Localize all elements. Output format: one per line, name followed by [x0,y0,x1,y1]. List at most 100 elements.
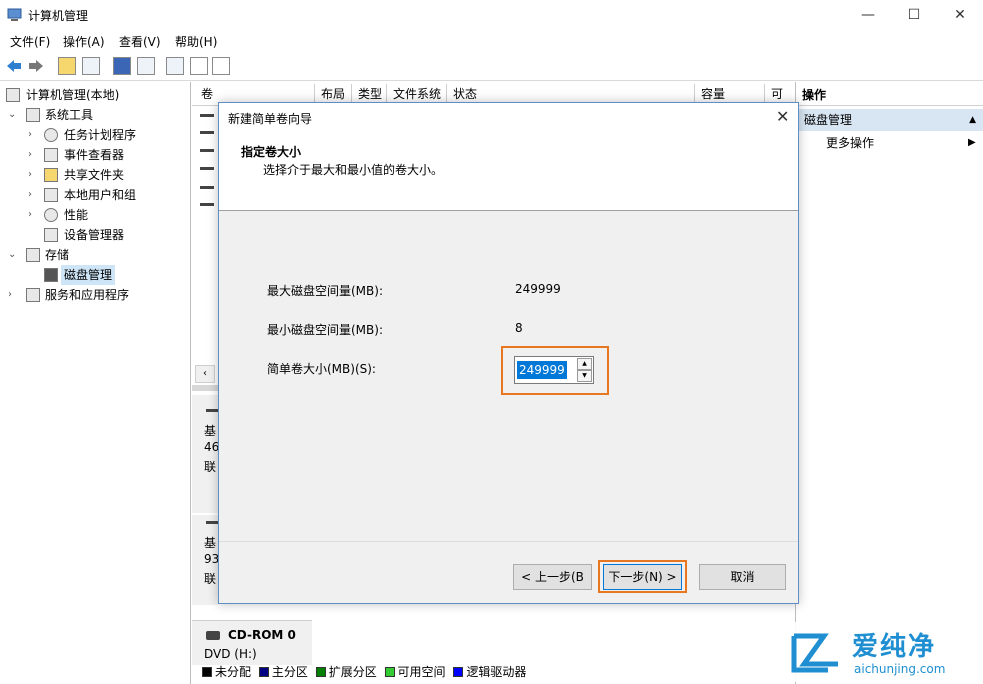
legend-label: 主分区 [271,665,308,679]
legend-label: 扩展分区 [328,665,377,679]
column-header-volume[interactable]: 卷 [195,84,315,104]
disk-1-status: 联 [204,572,217,586]
menu-file[interactable]: 文件(F) [10,33,50,50]
watermark: 爱纯净 aichunjing.com [780,622,980,682]
menu-view[interactable]: 查看(V) [119,33,161,50]
volume-row-icon [200,186,214,189]
actions-section-disk-management[interactable]: 磁盘管理 ▲ [796,109,983,131]
chevron-right-icon[interactable]: › [8,285,12,305]
max-space-label: 最大磁盘空间量(MB): [267,284,383,298]
submenu-arrow-icon[interactable]: ▶ [968,137,976,148]
volume-row-icon [200,203,214,206]
dialog-title: 新建简单卷向导 [228,112,313,126]
chevron-right-icon[interactable]: › [28,145,32,165]
close-icon[interactable]: ✕ [776,107,789,126]
dialog-separator [219,541,798,542]
tree-item-device-manager[interactable]: 设备管理器 [0,225,190,245]
help-icon[interactable] [113,57,131,75]
tree-item-disk-management[interactable]: 磁盘管理 [0,265,190,285]
back-button[interactable]: < 上一步(B [513,564,592,590]
actions-section-label: 磁盘管理 [804,113,853,127]
tree-item-label: 服务和应用程序 [45,288,130,302]
max-space-value: 249999 [515,282,561,296]
back-arrow-icon[interactable] [5,57,23,78]
next-button[interactable]: 下一步(N) > [603,564,682,590]
column-header-free[interactable]: 可 [765,84,793,104]
new-simple-volume-wizard: 新建简单卷向导 ✕ 指定卷大小 选择介于最大和最小值的卷大小。 最大磁盘空间量(… [218,102,799,604]
computer-management-icon [6,88,20,102]
window-title: 计算机管理 [28,9,89,23]
volume-size-stepper[interactable]: 249999 ▲ ▼ [514,356,594,384]
show-hide-action-pane-icon[interactable] [137,57,155,75]
disk-1-label[interactable]: 基 93 联 [192,515,219,605]
cancel-button[interactable]: 取消 [699,564,786,590]
properties-icon[interactable] [212,57,230,75]
close-button[interactable]: ✕ [937,0,983,30]
connect-drive-icon[interactable] [166,57,184,75]
tree-item-computer-management[interactable]: 计算机管理(本地) [0,85,190,105]
volume-row-icon [200,167,214,170]
minimize-button[interactable]: — [845,0,891,30]
menu-help[interactable]: 帮助(H) [175,33,217,50]
actions-header: 操作 [796,84,983,106]
chevron-down-icon[interactable]: ⌄ [8,105,16,125]
legend-swatch [202,667,212,677]
watermark-brand: 爱纯净 [852,632,937,662]
watermark-url: aichunjing.com [854,662,946,676]
column-header-type[interactable]: 类型 [352,84,387,104]
tree-item-event-viewer[interactable]: › 事件查看器 [0,145,190,165]
legend-swatch [384,667,395,677]
disk-0-status: 联 [204,460,217,474]
collapse-up-icon[interactable]: ▲ [969,109,976,131]
disk-0-label[interactable]: 基 46 联 [192,395,220,513]
cdrom-disk-label[interactable]: CD-ROM 0 DVD (H:) [192,620,312,665]
maximize-button[interactable]: ☐ [891,0,937,30]
up-folder-icon[interactable] [58,57,76,75]
show-hide-tree-icon[interactable] [82,57,100,75]
tree-item-local-users[interactable]: › 本地用户和组 [0,185,190,205]
scroll-left-button[interactable]: ‹ [195,365,215,383]
checklist-icon[interactable] [190,57,208,75]
spin-up-icon[interactable]: ▲ [577,358,592,370]
dialog-title-bar: 新建简单卷向导 ✕ [219,103,798,133]
more-actions-item[interactable]: 更多操作 [826,134,874,151]
storage-icon [26,248,40,262]
column-header-filesystem[interactable]: 文件系统 [387,84,447,104]
tree-item-label: 事件查看器 [64,148,125,162]
cdrom-drive: DVD (H:) [204,647,257,661]
more-actions-label: 更多操作 [826,136,875,150]
tree-item-storage[interactable]: ⌄ 存储 [0,245,190,265]
forward-arrow-icon[interactable] [27,57,45,78]
volume-row-icon [200,114,214,117]
volume-size-input[interactable]: 249999 [517,361,567,379]
users-icon [44,188,58,202]
legend-label: 可用空间 [397,665,446,679]
spin-down-icon[interactable]: ▼ [577,370,592,382]
legend-label: 逻辑驱动器 [466,665,527,679]
chevron-right-icon[interactable]: › [28,125,32,145]
tree-item-shared-folders[interactable]: › 共享文件夹 [0,165,190,185]
legend-swatch [315,667,326,677]
tree-item-services-apps[interactable]: › 服务和应用程序 [0,285,190,305]
chevron-down-icon[interactable]: ⌄ [8,245,16,265]
column-header-status[interactable]: 状态 [447,84,695,104]
cdrom-icon [206,631,220,640]
volume-row-icon [200,131,214,134]
chevron-right-icon[interactable]: › [28,205,32,225]
tree-item-performance[interactable]: › 性能 [0,205,190,225]
column-header-layout[interactable]: 布局 [315,84,352,104]
disk-icon [206,409,218,412]
app-icon [7,7,22,22]
menu-action[interactable]: 操作(A) [63,33,105,50]
tree-item-label: 磁盘管理 [61,265,116,285]
navigation-tree: 计算机管理(本地) ⌄ 系统工具 › 任务计划程序 › 事件查看器 › 共享文件… [0,82,191,684]
legend-swatch [453,667,464,677]
volume-row-icon [200,149,214,152]
tree-item-task-scheduler[interactable]: › 任务计划程序 [0,125,190,145]
tree-item-label: 性能 [64,208,89,222]
tree-item-system-tools[interactable]: ⌄ 系统工具 [0,105,190,125]
disk-0-size: 46 [204,440,220,454]
chevron-right-icon[interactable]: › [28,185,32,205]
column-header-capacity[interactable]: 容量 [695,84,765,104]
chevron-right-icon[interactable]: › [28,165,32,185]
